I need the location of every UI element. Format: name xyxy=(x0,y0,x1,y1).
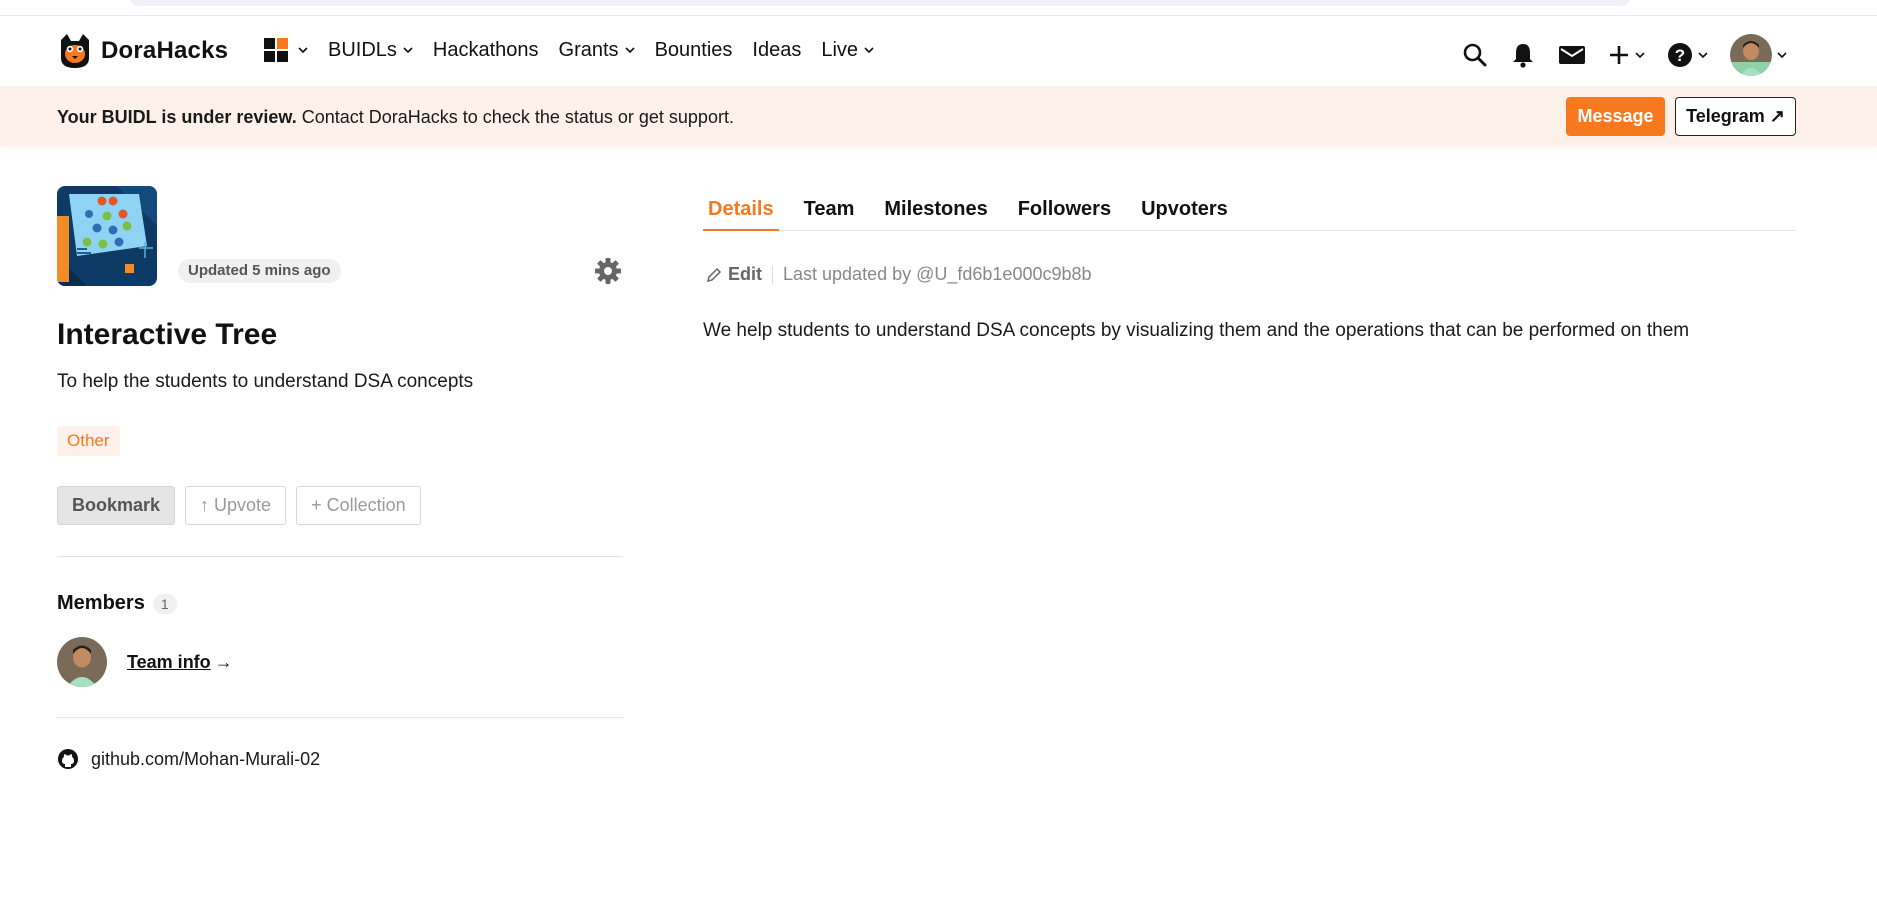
last-updated-text: Last updated by @U_fd6b1e000c9b8b xyxy=(783,264,1092,284)
project-tabs: Details Team Milestones Followers Upvote… xyxy=(703,192,1796,231)
message-button[interactable]: Message xyxy=(1566,97,1665,136)
tab-details[interactable]: Details xyxy=(703,192,779,231)
member-avatar[interactable] xyxy=(57,637,107,687)
settings-button[interactable] xyxy=(594,257,622,285)
add-collection-button[interactable]: + Collection xyxy=(296,486,421,525)
project-title: Interactive Tree xyxy=(57,318,278,351)
upvote-button[interactable]: ↑ Upvote xyxy=(185,486,287,525)
github-url: github.com/Mohan-Murali-02 xyxy=(91,748,321,769)
bell-icon xyxy=(1513,44,1533,68)
messages-button[interactable] xyxy=(1558,44,1586,66)
chevron-down-icon xyxy=(1777,52,1787,59)
nav-hackathons[interactable]: Hackathons xyxy=(433,39,539,62)
members-heading: Members 1 xyxy=(57,592,177,615)
main-nav: BUIDLs Hackathons Grants Bounties Ideas … xyxy=(264,38,894,62)
help-icon: ? xyxy=(1668,43,1692,67)
chevron-down-icon xyxy=(864,47,874,54)
address-bar-edge xyxy=(130,0,1630,6)
nav-bounties[interactable]: Bounties xyxy=(655,39,733,62)
edit-button[interactable]: Edit xyxy=(706,264,762,285)
details-body: We help students to understand DSA conce… xyxy=(703,320,1690,341)
tab-followers[interactable]: Followers xyxy=(1013,192,1116,231)
nav-ideas-label: Ideas xyxy=(752,38,802,61)
search-icon xyxy=(1463,43,1487,67)
chevron-down-icon xyxy=(403,47,413,54)
bookmark-button[interactable]: Bookmark xyxy=(57,486,176,525)
nav-actions: ? xyxy=(1440,34,1787,76)
create-menu[interactable] xyxy=(1608,44,1645,66)
review-banner: Your BUIDL is under review. Contact Dora… xyxy=(0,86,1877,146)
chevron-down-icon xyxy=(1698,52,1708,59)
telegram-button[interactable]: Telegram ↗ xyxy=(1675,97,1796,136)
category-tag[interactable]: Other xyxy=(57,426,120,456)
updated-badge: Updated 5 mins ago xyxy=(178,259,341,283)
edit-row: Edit Last updated by @U_fd6b1e000c9b8b xyxy=(706,264,1092,285)
review-banner-detail: Contact DoraHacks to check the status or… xyxy=(296,107,734,127)
review-banner-bold: Your BUIDL is under review. xyxy=(57,107,297,127)
pencil-icon xyxy=(706,267,722,282)
team-info-label: Team info xyxy=(127,651,211,672)
plus-icon xyxy=(1610,46,1628,64)
chevron-down-icon xyxy=(298,47,308,54)
project-actions: Bookmark ↑ Upvote + Collection xyxy=(57,486,421,525)
github-link[interactable]: github.com/Mohan-Murali-02 xyxy=(57,748,320,770)
project-subtitle: To help the students to understand DSA c… xyxy=(57,371,474,392)
nav-grants-label: Grants xyxy=(558,38,619,61)
member-item: Team info → xyxy=(57,637,233,687)
members-count-badge: 1 xyxy=(152,593,177,614)
chevron-down-icon xyxy=(1635,52,1645,59)
nav-live-label: Live xyxy=(821,38,859,61)
arrow-right-icon: → xyxy=(214,651,233,672)
members-title: Members xyxy=(57,592,145,614)
user-menu[interactable] xyxy=(1730,34,1787,76)
browser-top-strip xyxy=(0,0,1877,16)
edit-separator xyxy=(772,265,773,284)
avatar xyxy=(1730,34,1772,76)
mail-icon xyxy=(1559,46,1585,64)
nav-buidls-label: BUIDLs xyxy=(328,38,397,61)
nav-ideas[interactable]: Ideas xyxy=(752,39,801,62)
section-divider xyxy=(57,556,623,557)
apps-grid-icon xyxy=(264,38,288,62)
svg-text:?: ? xyxy=(1675,46,1685,65)
team-info-link[interactable]: Team info → xyxy=(127,652,233,673)
help-menu[interactable]: ? xyxy=(1667,42,1708,68)
nav-hackathons-label: Hackathons xyxy=(432,38,539,61)
nav-grants[interactable]: Grants xyxy=(559,39,635,62)
edit-label: Edit xyxy=(728,264,762,284)
nav-bounties-label: Bounties xyxy=(654,38,733,61)
nav-live[interactable]: Live xyxy=(821,39,874,62)
review-banner-text: Your BUIDL is under review. Contact Dora… xyxy=(57,107,734,128)
search-button[interactable] xyxy=(1462,42,1488,68)
notifications-button[interactable] xyxy=(1510,41,1536,69)
nav-buidls[interactable]: BUIDLs xyxy=(328,39,413,62)
tab-upvoters[interactable]: Upvoters xyxy=(1136,192,1233,231)
top-nav: DoraHacks BUIDLs Hackathons Grants Bount… xyxy=(0,16,1877,86)
section-divider xyxy=(57,717,623,718)
chevron-down-icon xyxy=(624,47,635,54)
gear-icon xyxy=(595,258,621,284)
dorahacks-logo[interactable]: DoraHacks xyxy=(57,32,228,70)
dorahacks-logo-icon xyxy=(57,32,93,70)
project-logo xyxy=(57,186,157,286)
tab-team[interactable]: Team xyxy=(799,192,860,231)
apps-menu[interactable] xyxy=(264,38,308,62)
tab-milestones[interactable]: Milestones xyxy=(879,192,992,231)
brand-name: DoraHacks xyxy=(101,37,229,64)
github-icon xyxy=(58,749,78,769)
